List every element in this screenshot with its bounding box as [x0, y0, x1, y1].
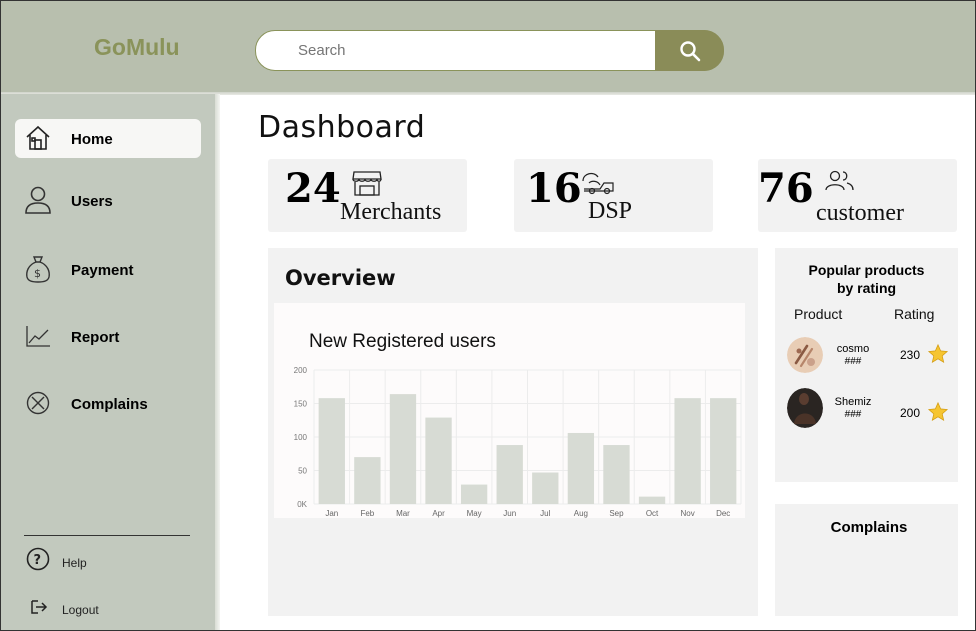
x-tick-label: Nov: [681, 509, 695, 518]
line-chart-icon: [23, 321, 53, 351]
popular-products-panel: Popular products by rating Product Ratin…: [775, 248, 958, 482]
chart-bar: [460, 484, 488, 504]
sidebar-item-label: Home: [71, 131, 113, 148]
sidebar-item-users[interactable]: Users: [15, 181, 201, 220]
product-id: ###: [844, 409, 862, 420]
search-icon: [679, 40, 700, 61]
x-tick-label: Dec: [716, 509, 730, 518]
x-tick-label: Feb: [360, 509, 374, 518]
stat-label: Merchants: [340, 199, 442, 225]
x-tick-label: Jun: [503, 509, 516, 518]
complains-title: Complains: [830, 519, 908, 536]
x-tick-label: Mar: [396, 509, 410, 518]
star-icon: [927, 343, 949, 364]
circle-x-icon: [23, 388, 53, 418]
sidebar-item-complains[interactable]: Complains: [15, 384, 201, 423]
sidebar-item-label: Users: [71, 193, 113, 210]
y-tick-label: 50: [298, 467, 307, 476]
money-bag-icon: $: [23, 254, 53, 284]
y-tick-label: 100: [294, 433, 308, 442]
popular-title-line2: by rating: [836, 280, 897, 296]
x-tick-label: Jan: [325, 509, 338, 518]
chart-bar: [532, 472, 559, 504]
chart-bar: [710, 398, 737, 504]
chart-bar: [638, 496, 666, 504]
stat-card-dsp[interactable]: 16 DSP: [514, 159, 713, 232]
logout-link[interactable]: Logout: [24, 594, 174, 624]
new-users-chart-card: New Registered users 0K 50 100 150 200 Jan Feb…: [274, 303, 745, 518]
product-name: Shemiz: [834, 396, 872, 408]
page-title: Dashboard: [258, 110, 426, 145]
chart-bar: [389, 394, 417, 504]
product-rating: 230: [900, 348, 921, 362]
chart-bar: [674, 398, 701, 504]
overview-title: Overview: [285, 266, 396, 290]
y-tick-label: 200: [294, 366, 308, 375]
stat-label: customer: [816, 200, 904, 226]
sidebar-item-label: Complains: [71, 396, 148, 413]
sidebar: Home Users $ Payment Report Complains ? …: [0, 94, 220, 631]
new-users-bar-chart: 0K 50 100 150 200 Jan Feb Mar Apr May Jun Jul Aug Sep…: [294, 366, 742, 518]
popular-products-title: Popular products by rating: [775, 261, 958, 297]
top-header: GoMulu: [0, 0, 976, 95]
overview-panel: Overview New Registered users 0K 50 100 150…: [268, 248, 758, 616]
sidebar-divider: [24, 535, 190, 536]
search-input[interactable]: [298, 42, 638, 59]
chart-bar: [425, 417, 452, 504]
product-rating: 200: [900, 406, 921, 420]
chart-bar: [496, 445, 523, 504]
product-avatar: [787, 388, 823, 428]
product-name: cosmo: [836, 343, 870, 355]
user-icon: [23, 185, 53, 215]
stat-value: 24: [285, 165, 341, 212]
help-label: Help: [62, 556, 87, 570]
column-header-rating: Rating: [894, 306, 935, 322]
chart-bar: [603, 445, 630, 504]
search-bar[interactable]: [255, 30, 724, 71]
sidebar-item-home[interactable]: Home: [15, 119, 201, 158]
logout-label: Logout: [62, 603, 99, 617]
help-icon: ?: [26, 547, 50, 571]
chart-bar: [567, 432, 595, 504]
stat-value: 76: [758, 165, 814, 212]
home-icon: [23, 123, 53, 153]
x-tick-label: Jul: [540, 509, 550, 518]
stat-card-customer[interactable]: 76 customer: [758, 159, 957, 232]
y-tick-label: 0K: [297, 500, 307, 509]
product-id: ###: [844, 356, 862, 367]
sidebar-item-payment[interactable]: $ Payment: [15, 250, 201, 289]
help-link[interactable]: ? Help: [24, 547, 174, 577]
complains-panel[interactable]: Complains: [775, 504, 958, 616]
svg-text:$: $: [34, 267, 41, 280]
people-icon: [825, 170, 854, 191]
column-header-product: Product: [794, 306, 843, 322]
star-icon: [927, 401, 949, 422]
x-tick-label: Sep: [609, 509, 624, 518]
product-row[interactable]: Shemiz ### 200: [785, 388, 953, 428]
popular-title-line1: Popular products: [808, 262, 925, 278]
delivery-icon: [582, 172, 614, 195]
x-tick-label: May: [467, 509, 482, 518]
product-row[interactable]: cosmo ### 230: [785, 337, 953, 377]
x-tick-label: Apr: [432, 509, 445, 518]
search-button[interactable]: [655, 30, 724, 71]
svg-text:?: ?: [34, 553, 42, 568]
store-icon: [352, 171, 382, 196]
x-tick-label: Aug: [574, 509, 588, 518]
sidebar-item-report[interactable]: Report: [15, 317, 201, 356]
sidebar-item-label: Payment: [71, 262, 134, 279]
y-tick-label: 150: [294, 400, 308, 409]
app-logo[interactable]: GoMulu: [94, 34, 180, 61]
stat-value: 16: [526, 165, 582, 212]
stat-label: DSP: [588, 198, 633, 224]
logout-icon: [31, 600, 48, 614]
chart-bar: [354, 457, 381, 504]
x-tick-label: Oct: [646, 509, 659, 518]
product-avatar: [787, 337, 823, 373]
stat-card-merchants[interactable]: 24 Merchants: [268, 159, 467, 232]
sidebar-item-label: Report: [71, 329, 120, 346]
chart-bar: [318, 398, 345, 504]
